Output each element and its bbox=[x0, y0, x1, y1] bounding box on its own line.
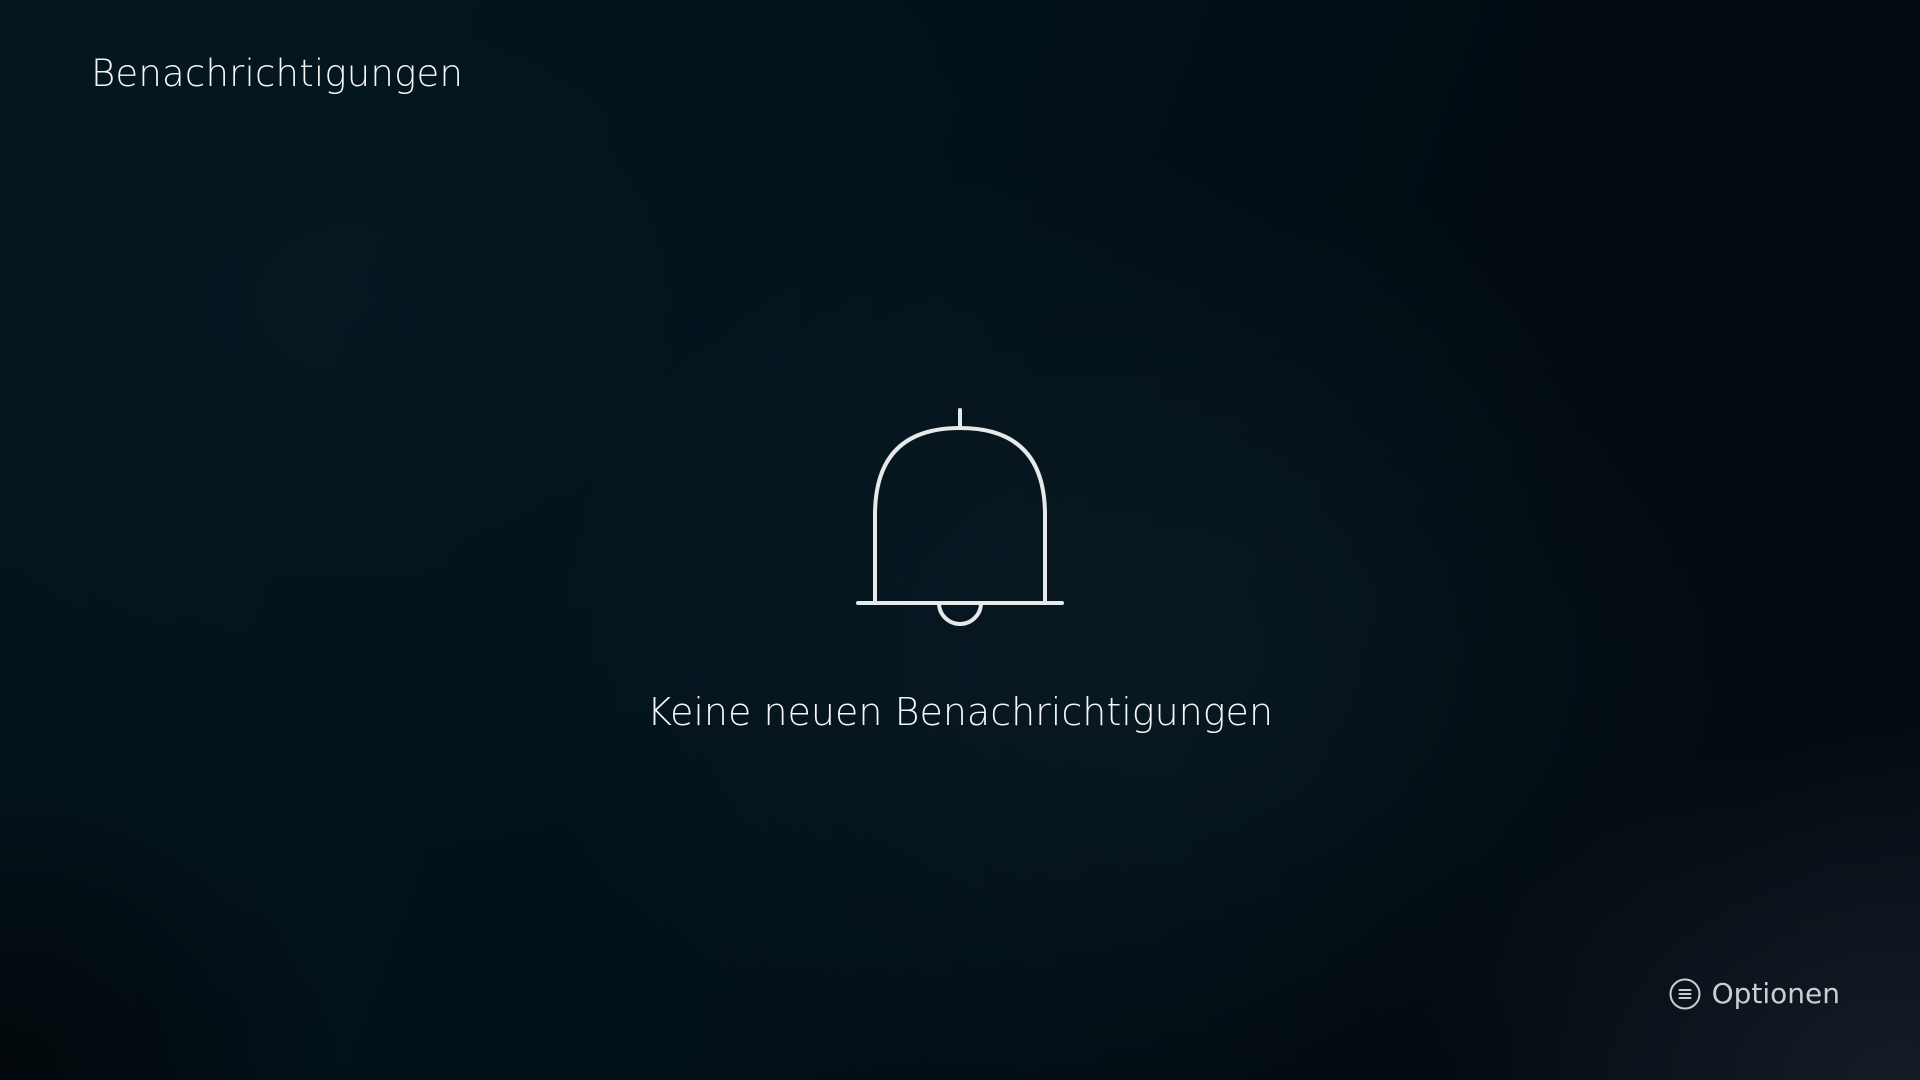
menu-button-icon bbox=[1669, 978, 1701, 1009]
empty-state-message: Keine neuen Benachrichtigungen bbox=[646, 690, 1274, 734]
page-title: Benachrichtigungen bbox=[91, 52, 464, 95]
empty-state: Keine neuen Benachrichtigungen bbox=[0, 400, 1920, 734]
options-label: Optionen bbox=[1711, 977, 1840, 1010]
options-button[interactable]: Optionen bbox=[1669, 977, 1840, 1010]
bell-icon bbox=[856, 408, 1064, 626]
